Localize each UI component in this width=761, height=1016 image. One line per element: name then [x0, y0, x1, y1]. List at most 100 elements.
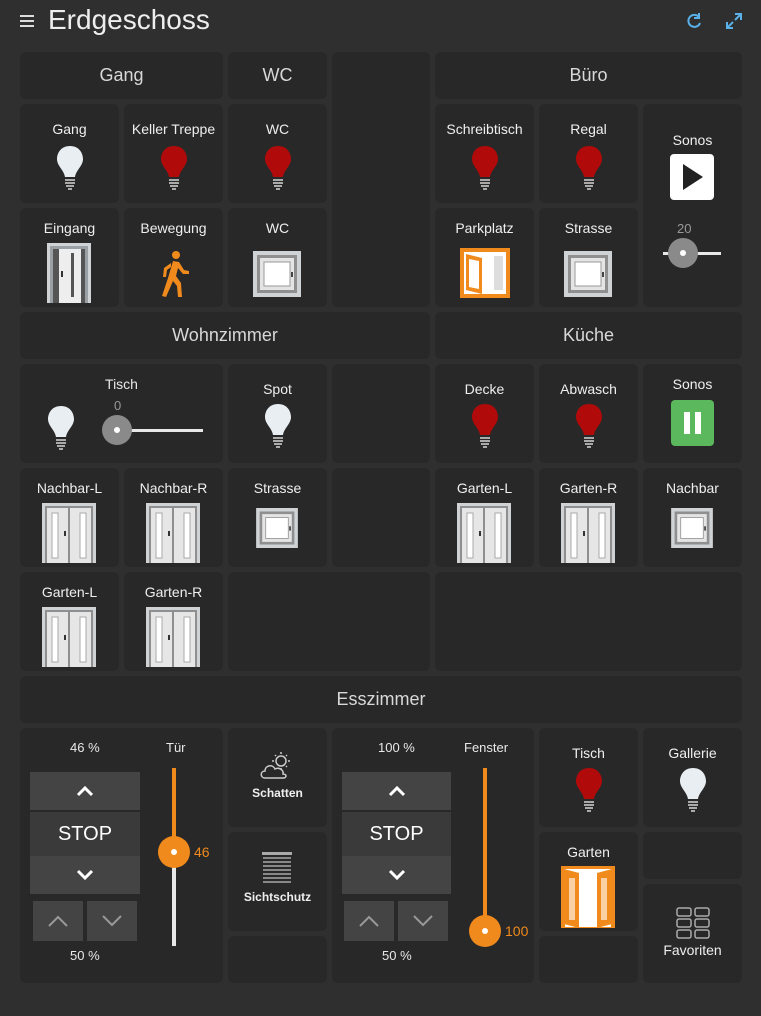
volume-value: 20 — [677, 221, 692, 236]
double-door-closed-icon — [146, 607, 200, 667]
door-garten-r-kueche[interactable]: Garten-R — [539, 468, 638, 567]
light-spot[interactable]: Spot — [228, 364, 327, 463]
favoriten-button[interactable]: Favoriten — [643, 884, 742, 983]
dimmer-slider-handle[interactable] — [102, 415, 132, 445]
door-garten-esszimmer[interactable]: Garten — [539, 832, 638, 931]
light-keller-treppe[interactable]: Keller Treppe — [124, 104, 223, 203]
door-garten-r-wohnzimmer[interactable]: Garten-R — [124, 572, 223, 671]
lightbulb-off-icon — [57, 146, 83, 190]
sonos-buero: Sonos 20 — [643, 104, 742, 307]
section-wc: WC — [228, 52, 327, 99]
light-wc[interactable]: WC — [228, 104, 327, 203]
lightbulb-on-icon — [472, 146, 498, 190]
lightbulb-off-icon[interactable] — [46, 404, 76, 450]
blind-step-up-button[interactable] — [33, 901, 83, 941]
chevron-up-icon — [76, 785, 94, 797]
door-eingang[interactable]: Eingang — [20, 208, 119, 307]
window-strasse-buero[interactable]: Strasse — [539, 208, 638, 307]
lightbulb-off-icon — [265, 404, 291, 448]
lightbulb-on-icon — [161, 146, 187, 190]
section-esszimmer: Esszimmer — [20, 676, 742, 723]
blinds-icon — [262, 852, 292, 883]
double-door-closed-icon — [146, 503, 200, 563]
blind-slider-handle[interactable] — [469, 915, 501, 947]
blind-slider-value: 46 — [194, 844, 210, 860]
window-open-icon — [460, 248, 510, 298]
window-closed-icon — [671, 508, 713, 548]
section-buero: Büro — [435, 52, 742, 99]
blind-stop-button[interactable]: STOP — [342, 812, 451, 856]
grid-icon — [676, 907, 710, 939]
section-wohnzimmer: Wohnzimmer — [20, 312, 430, 359]
scene-sichtschutz[interactable]: Sichtschutz — [228, 832, 327, 931]
door-garten-l-kueche[interactable]: Garten-L — [435, 468, 534, 567]
window-parkplatz[interactable]: Parkplatz — [435, 208, 534, 307]
blind-name: Fenster — [464, 740, 509, 755]
chevron-up-icon — [48, 915, 68, 927]
window-closed-icon — [253, 251, 301, 297]
pause-button[interactable] — [671, 400, 714, 446]
door-nachbar-l[interactable]: Nachbar-L — [20, 468, 119, 567]
blind-step-down-button[interactable] — [87, 901, 137, 941]
blind-fenster: 100 % Fenster STOP 50 % 100 — [332, 728, 534, 983]
door-closed-icon — [47, 243, 91, 303]
blind-position: 46 % — [70, 740, 100, 755]
blind-up-button[interactable] — [30, 772, 140, 810]
blind-step-down-button[interactable] — [398, 901, 448, 941]
empty-tile — [228, 572, 430, 671]
lightbulb-off-icon — [680, 768, 706, 812]
page-title: Erdgeschoss — [48, 4, 210, 35]
light-decke[interactable]: Decke — [435, 364, 534, 463]
chevron-up-icon — [388, 785, 405, 797]
empty-tile — [435, 572, 742, 671]
empty-tile — [332, 364, 430, 463]
window-wc[interactable]: WC — [228, 208, 327, 307]
blind-down-button[interactable] — [30, 856, 140, 894]
chevron-down-icon — [388, 869, 405, 881]
light-schreibtisch[interactable]: Schreibtisch — [435, 104, 534, 203]
empty-tile — [539, 936, 638, 983]
cloud-sun-icon — [260, 752, 290, 779]
blind-bottom-value: 50 % — [70, 948, 100, 963]
door-nachbar-r[interactable]: Nachbar-R — [124, 468, 223, 567]
blind-slider-track — [483, 768, 487, 930]
volume-slider-handle[interactable] — [668, 238, 698, 268]
blind-step-up-button[interactable] — [344, 901, 394, 941]
hamburger-menu-icon[interactable] — [20, 14, 34, 28]
refresh-icon[interactable] — [684, 11, 704, 31]
double-door-closed-icon — [457, 503, 511, 563]
lightbulb-on-icon — [576, 768, 602, 812]
light-regal[interactable]: Regal — [539, 104, 638, 203]
double-door-closed-icon — [42, 607, 96, 667]
blind-up-button[interactable] — [342, 772, 451, 810]
blind-stop-button[interactable]: STOP — [30, 812, 140, 856]
chevron-down-icon — [413, 915, 433, 927]
light-abwasch[interactable]: Abwasch — [539, 364, 638, 463]
window-nachbar-kueche[interactable]: Nachbar — [643, 468, 742, 567]
blind-slider-handle[interactable] — [158, 836, 190, 868]
door-garten-l-wohnzimmer[interactable]: Garten-L — [20, 572, 119, 671]
walking-person-icon — [162, 251, 189, 297]
empty-tile — [228, 936, 327, 983]
play-button[interactable] — [670, 154, 714, 200]
fullscreen-icon[interactable] — [724, 11, 744, 31]
lightbulb-on-icon — [576, 404, 602, 448]
dimmer-tisch: Tisch 0 — [20, 364, 223, 463]
scene-schatten[interactable]: Schatten — [228, 728, 327, 827]
blind-name: Tür — [166, 740, 186, 755]
window-closed-icon — [564, 251, 612, 297]
blind-down-button[interactable] — [342, 856, 451, 894]
window-strasse-wohnzimmer[interactable]: Strasse — [228, 468, 327, 567]
blind-bottom-value: 50 % — [382, 948, 412, 963]
double-door-closed-icon — [42, 503, 96, 563]
dimmer-value: 0 — [114, 398, 122, 413]
light-gallerie[interactable]: Gallerie — [643, 728, 742, 827]
light-gang[interactable]: Gang — [20, 104, 119, 203]
light-tisch-esszimmer[interactable]: Tisch — [539, 728, 638, 827]
chevron-down-icon — [76, 869, 94, 881]
motion-bewegung[interactable]: Bewegung — [124, 208, 223, 307]
play-icon — [683, 164, 703, 190]
pause-icon — [684, 412, 701, 434]
empty-tile — [643, 832, 742, 879]
section-kueche: Küche — [435, 312, 742, 359]
